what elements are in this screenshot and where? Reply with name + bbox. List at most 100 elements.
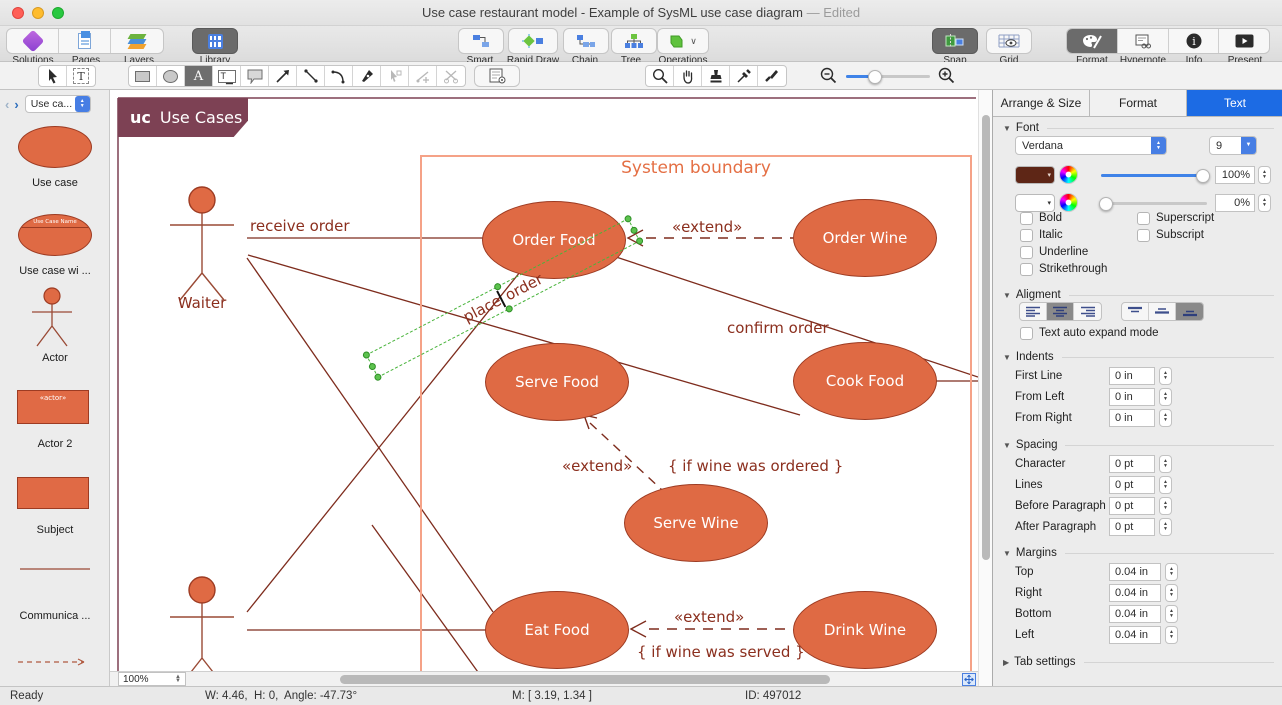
format-button[interactable] [1067,29,1118,53]
library-select[interactable]: Use ca... ▲▼ [25,95,91,113]
opacity2-stepper[interactable]: ▲▼ [1258,194,1271,212]
ellipse-tool[interactable] [157,66,185,86]
pan-indicator-icon[interactable] [962,673,976,686]
node-eat-food[interactable]: Eat Food [485,591,629,669]
margin-top-stepper[interactable]: ▲▼ [1165,563,1178,581]
indents-section-header[interactable]: ▼ Indents [1003,351,1274,363]
reshape-tool[interactable] [381,66,409,86]
opacity-slider-2[interactable] [1101,202,1207,205]
page-settings-button[interactable] [474,65,520,87]
library-back-button[interactable]: ‹ [5,97,9,112]
pointer-tool[interactable] [39,66,67,86]
stencil-use-case[interactable] [18,126,92,168]
solutions-button[interactable] [7,29,59,53]
from-right-stepper[interactable]: ▲▼ [1159,409,1172,427]
node-serve-food[interactable]: Serve Food [485,343,629,421]
eyedropper-tool[interactable] [730,66,758,86]
after-paragraph-stepper[interactable]: ▲▼ [1159,518,1172,536]
stencil-subject[interactable] [17,477,89,509]
pen-tool[interactable] [353,66,381,86]
stencil-dashed-arrow[interactable] [16,656,94,668]
layers-button[interactable] [111,29,163,53]
zoom-slider[interactable] [846,75,930,78]
hypernote-button[interactable] [1118,29,1169,53]
zoom-out-button[interactable] [820,67,838,88]
magnify-tool[interactable] [646,66,674,86]
font-size-select[interactable]: 9 ▼ [1209,136,1257,155]
library-button[interactable] [192,28,238,54]
superscript-checkbox[interactable] [1137,212,1150,225]
grid-button[interactable] [986,28,1032,54]
text-select-tool[interactable]: T [67,66,95,86]
lines-stepper[interactable]: ▲▼ [1159,476,1172,494]
node-cook-food[interactable]: Cook Food [793,342,937,420]
vertical-scrollbar-thumb[interactable] [982,115,990,560]
from-left-stepper[interactable]: ▲▼ [1159,388,1172,406]
text-tool[interactable]: A [185,66,213,86]
vertical-scrollbar[interactable] [978,90,992,686]
font-color-wheel-button[interactable] [1059,165,1078,184]
stencil-use-case-with-name[interactable]: Use Case Name [18,214,92,256]
library-forward-button[interactable]: › [14,97,18,112]
stamp-tool[interactable] [702,66,730,86]
opacity-slider-1[interactable] [1101,174,1207,177]
margin-left-stepper[interactable]: ▲▼ [1165,626,1178,644]
after-paragraph-field[interactable]: 0 pt [1109,518,1155,536]
info-button[interactable]: i [1169,29,1219,53]
tree-button[interactable] [611,28,657,54]
tab-format[interactable]: Format [1090,90,1187,116]
diagram-canvas[interactable]: System boundary uc Use Cases Waiter Orde… [110,90,978,686]
opacity2-field[interactable]: 0% [1215,194,1255,212]
pages-button[interactable] [59,29,111,53]
tab-arrange-size[interactable]: Arrange & Size [993,90,1090,116]
stencil-communication-line[interactable] [18,564,92,574]
zoom-slider-thumb[interactable] [868,70,882,84]
line-tool[interactable] [297,66,325,86]
arrow-tool[interactable] [269,66,297,86]
margin-top-field[interactable]: 0.04 in [1109,563,1161,581]
subscript-checkbox[interactable] [1137,229,1150,242]
valign-middle-button[interactable] [1149,303,1176,320]
opacity1-field[interactable]: 100% [1215,166,1255,184]
first-line-stepper[interactable]: ▲▼ [1159,367,1172,385]
bold-checkbox[interactable] [1020,212,1033,225]
node-drink-wine[interactable]: Drink Wine [793,591,937,669]
margins-section-header[interactable]: ▼ Margins [1003,547,1274,559]
align-right-button[interactable] [1074,303,1101,320]
margin-left-field[interactable]: 0.04 in [1109,626,1161,644]
horizontal-scrollbar-thumb[interactable] [340,675,830,684]
pan-tool[interactable] [674,66,702,86]
horizontal-scrollbar[interactable] [340,675,962,684]
chain-button[interactable] [563,28,609,54]
present-button[interactable] [1219,29,1269,53]
margin-right-stepper[interactable]: ▲▼ [1165,584,1178,602]
curve-tool[interactable] [325,66,353,86]
font-section-header[interactable]: ▼ Font [1003,122,1274,134]
valign-bottom-button[interactable] [1176,303,1203,320]
before-paragraph-stepper[interactable]: ▲▼ [1159,497,1172,515]
stencil-actor-figure[interactable] [25,286,85,350]
character-stepper[interactable]: ▲▼ [1159,455,1172,473]
before-paragraph-field[interactable]: 0 pt [1109,497,1155,515]
font-family-select[interactable]: Verdana ▲▼ [1015,136,1167,155]
add-anchor-tool[interactable] [409,66,437,86]
character-field[interactable]: 0 pt [1109,455,1155,473]
margin-bottom-field[interactable]: 0.04 in [1109,605,1161,623]
from-left-field[interactable]: 0 in [1109,388,1155,406]
first-line-field[interactable]: 0 in [1109,367,1155,385]
smart-button[interactable] [458,28,504,54]
margin-right-field[interactable]: 0.04 in [1109,584,1161,602]
zoom-in-button[interactable] [938,67,956,88]
operations-button[interactable]: ∨ [657,28,709,54]
from-right-field[interactable]: 0 in [1109,409,1155,427]
align-center-button[interactable] [1047,303,1074,320]
callout-tool[interactable] [241,66,269,86]
opacity1-stepper[interactable]: ▲▼ [1258,166,1271,184]
node-order-wine[interactable]: Order Wine [793,199,937,277]
brush-tool[interactable] [758,66,786,86]
font-bg-color-swatch[interactable]: ▾ [1015,194,1055,212]
rectangle-tool[interactable] [129,66,157,86]
spacing-section-header[interactable]: ▼ Spacing [1003,439,1274,451]
margin-bottom-stepper[interactable]: ▲▼ [1165,605,1178,623]
italic-checkbox[interactable] [1020,229,1033,242]
